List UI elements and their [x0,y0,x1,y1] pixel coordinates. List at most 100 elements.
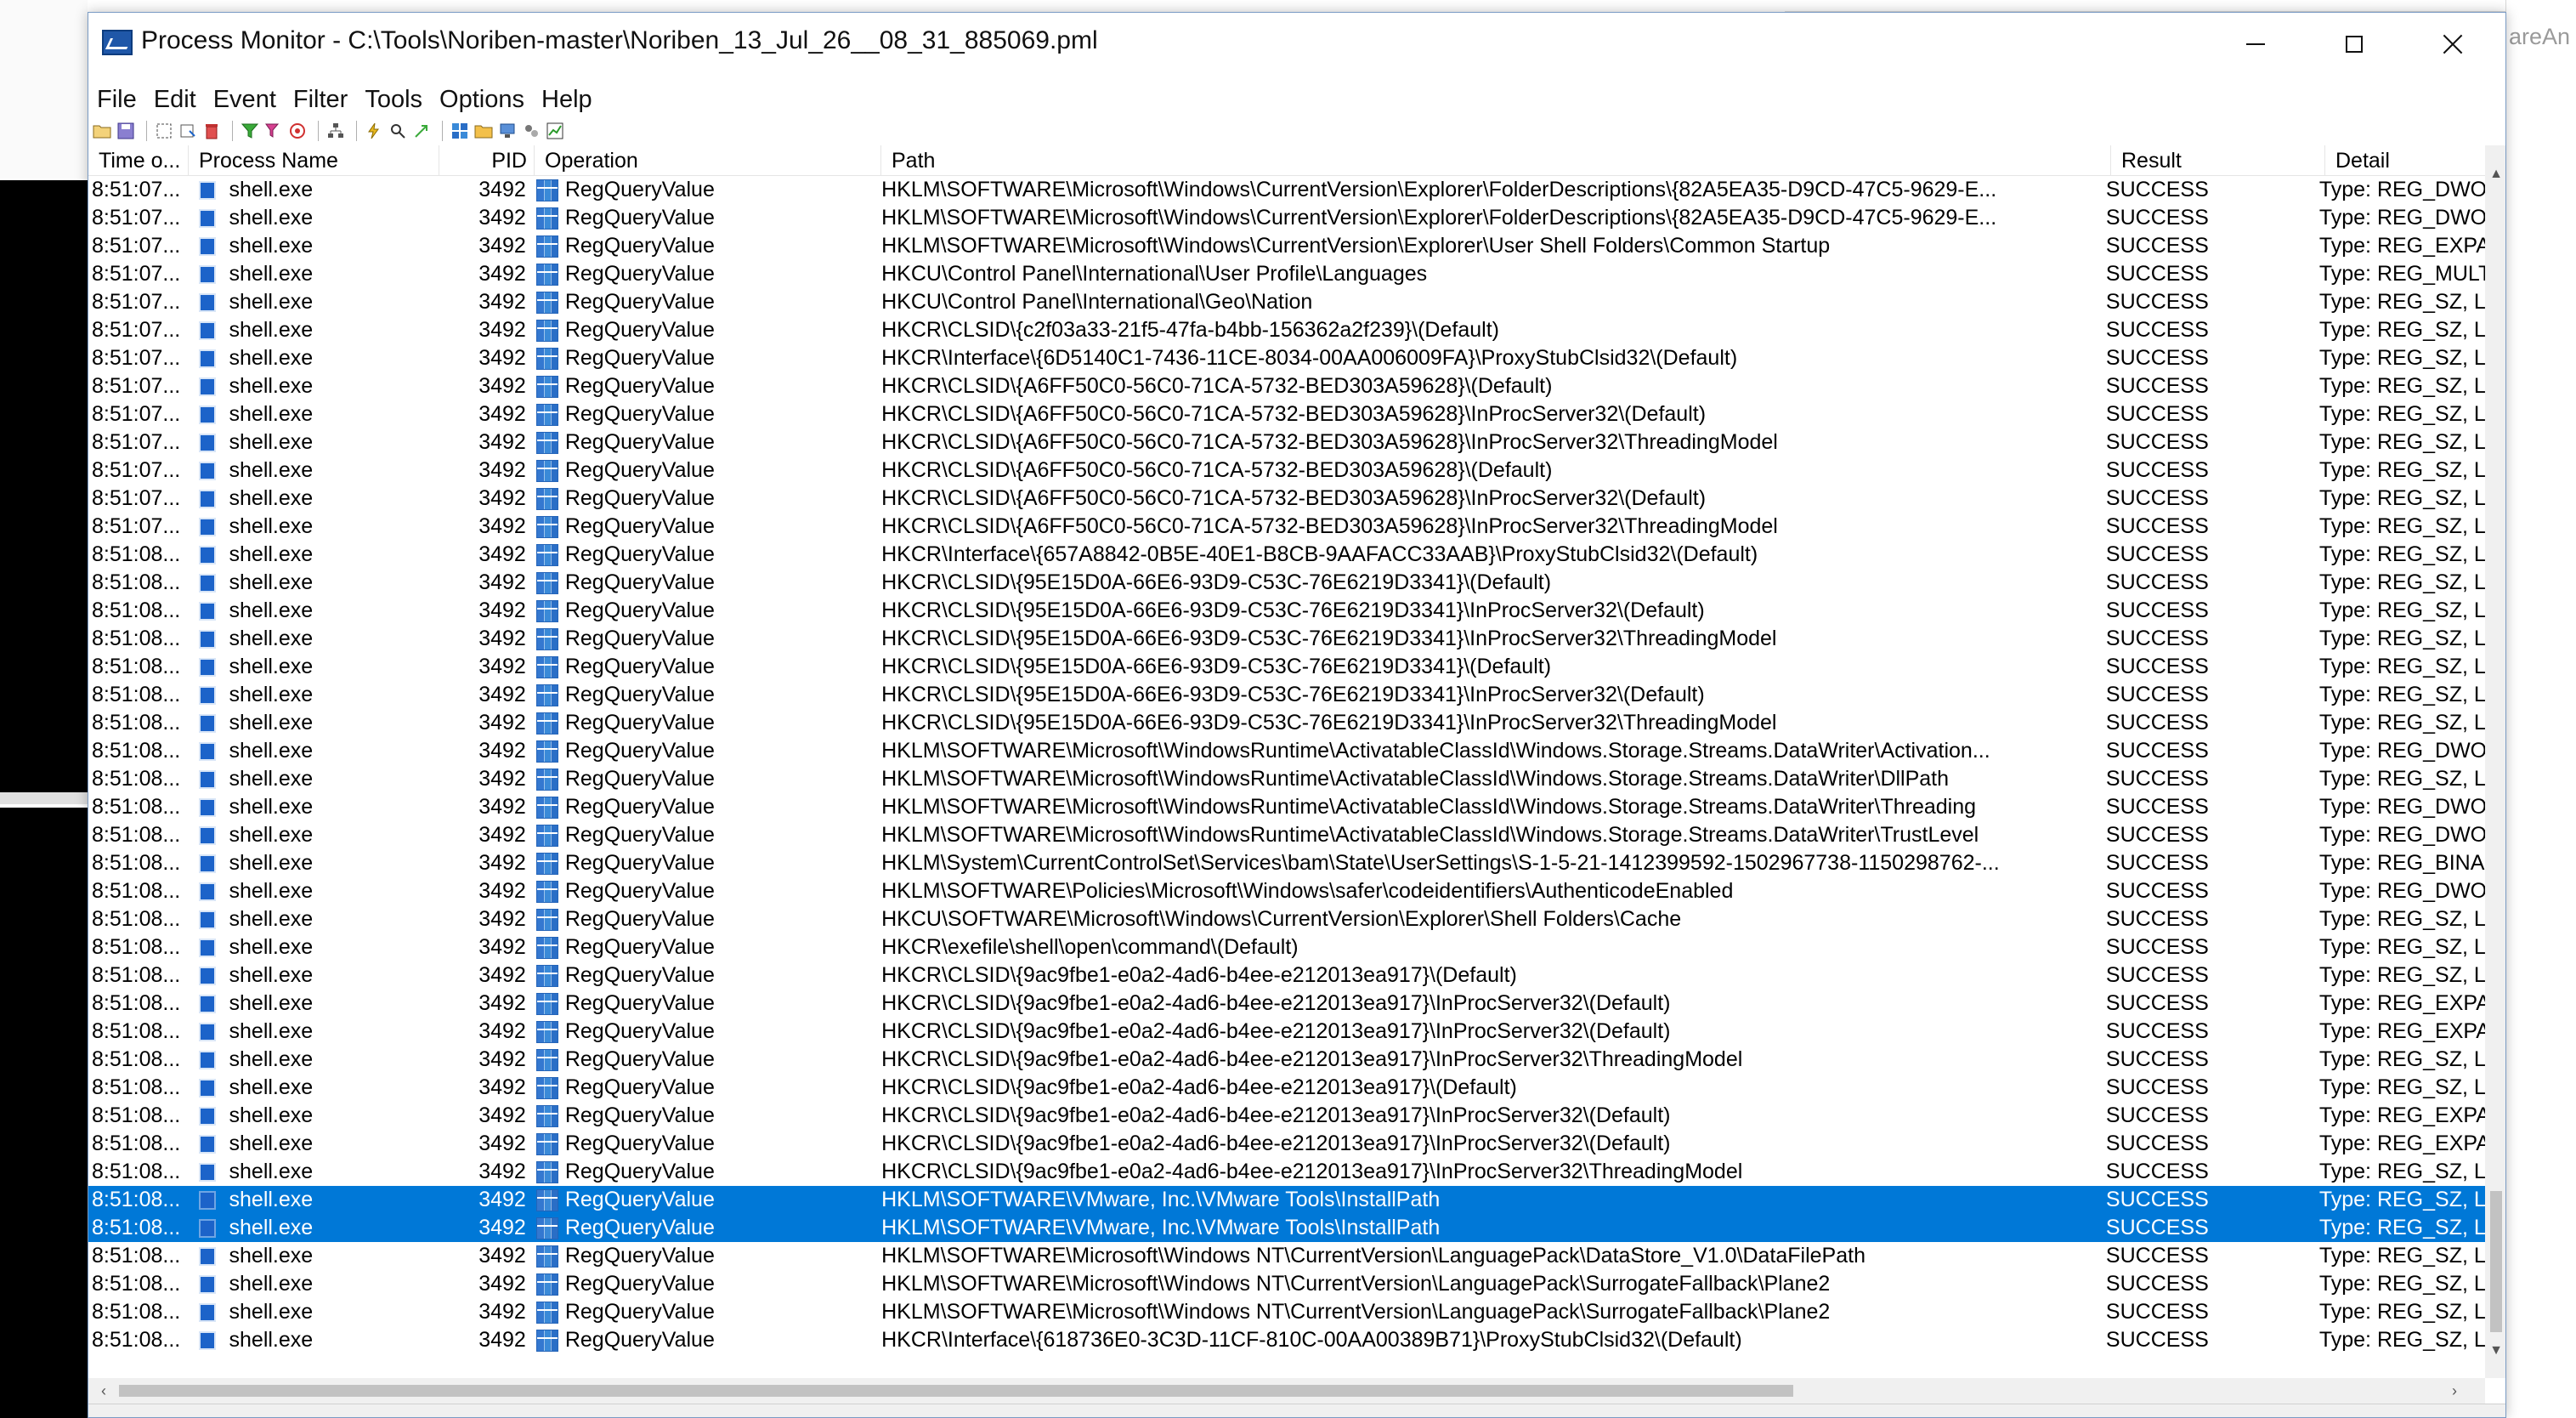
horizontal-scroll-thumb[interactable] [119,1385,1793,1397]
minimize-button[interactable] [2206,21,2305,67]
table-row[interactable]: 8:51:07... shell.exe 3492 RegQueryValue HKCR… [88,457,2485,485]
scroll-up-icon[interactable]: ▲ [2485,162,2505,186]
find-icon[interactable] [388,121,408,141]
menu-file[interactable]: File [97,86,137,114]
table-row[interactable]: 8:51:08... shell.exe 3492 RegQueryValue HKCR… [88,1158,2485,1186]
table-row[interactable]: 8:51:08... shell.exe 3492 RegQueryValue HKCR… [88,569,2485,597]
table-row[interactable]: 8:51:07... shell.exe 3492 RegQueryValue HKLM… [88,232,2485,260]
menu-help[interactable]: Help [541,86,592,114]
filter-icon[interactable] [240,121,260,141]
table-row[interactable]: 8:51:07... shell.exe 3492 RegQueryValue HKLM… [88,204,2485,232]
clear-icon[interactable] [201,121,222,141]
cell-path: HKCR\CLSID\{9ac9fbe1-e0a2-4ad6-b4ee-e212… [881,963,1517,987]
table-row[interactable]: 8:51:08... shell.exe 3492 RegQueryValue HKLM… [88,1214,2485,1242]
column-result[interactable]: Result [2111,145,2325,176]
table-row[interactable]: 8:51:08... shell.exe 3492 RegQueryValue HKLM… [88,877,2485,905]
column-operation[interactable]: Operation [535,145,881,176]
scroll-right-icon[interactable]: › [2443,1378,2466,1404]
operation-text: RegQueryValue [564,178,715,201]
network-icon[interactable] [497,121,518,141]
cell-path: HKCR\CLSID\{95E15D0A-66E6-93D9-C53C-76E6… [881,627,1777,650]
table-row[interactable]: 8:51:08... shell.exe 3492 RegQueryValue HKCR… [88,1074,2485,1102]
cell-pid: 3492 [478,879,526,903]
table-row[interactable]: 8:51:08... shell.exe 3492 RegQueryValue HKLM… [88,1298,2485,1326]
table-row[interactable]: 8:51:08... shell.exe 3492 RegQueryValue HKLM… [88,1242,2485,1270]
table-row[interactable]: 8:51:08... shell.exe 3492 RegQueryValue HKCR… [88,625,2485,653]
save-icon[interactable] [116,121,136,141]
column-pid[interactable]: PID [439,145,535,176]
column-detail[interactable]: Detail [2325,145,2485,176]
table-row[interactable]: 8:51:08... shell.exe 3492 RegQueryValue HKCR… [88,709,2485,737]
profiling-icon[interactable] [545,121,565,141]
operation-text: RegQueryValue [564,262,715,286]
table-row[interactable]: 8:51:07... shell.exe 3492 RegQueryValue HKCR… [88,316,2485,344]
table-row[interactable]: 8:51:08... shell.exe 3492 RegQueryValue HKCU… [88,905,2485,933]
cell-pid: 3492 [478,346,526,370]
table-row[interactable]: 8:51:08... shell.exe 3492 RegQueryValue HKCR… [88,1326,2485,1354]
close-button[interactable] [2403,21,2502,67]
table-row[interactable]: 8:51:07... shell.exe 3492 RegQueryValue HKLM… [88,176,2485,204]
table-row[interactable]: 8:51:08... shell.exe 3492 RegQueryValue HKCR… [88,1102,2485,1130]
maximize-button[interactable] [2305,21,2403,67]
registry-icon[interactable] [450,121,470,141]
table-row[interactable]: 8:51:08... shell.exe 3492 RegQueryValue HKCR… [88,597,2485,625]
table-row[interactable]: 8:51:08... shell.exe 3492 RegQueryValue HKCR… [88,1130,2485,1158]
table-row[interactable]: 8:51:08... shell.exe 3492 RegQueryValue HKCR… [88,1018,2485,1046]
cell-result: SUCCESS [2105,1244,2209,1268]
table-row[interactable]: 8:51:08... shell.exe 3492 RegQueryValue HKCR… [88,990,2485,1018]
table-row[interactable]: 8:51:07... shell.exe 3492 RegQueryValue HKCU… [88,260,2485,288]
table-row[interactable]: 8:51:08... shell.exe 3492 RegQueryValue HKLM… [88,1186,2485,1214]
scroll-left-icon[interactable]: ‹ [92,1378,116,1404]
table-row[interactable]: 8:51:08... shell.exe 3492 RegQueryValue HKCR… [88,961,2485,990]
table-row[interactable]: 8:51:08... shell.exe 3492 RegQueryValue HKCR… [88,933,2485,961]
table-row[interactable]: 8:51:07... shell.exe 3492 RegQueryValue HKCR… [88,428,2485,457]
cell-time: 8:51:07... [92,514,181,538]
cell-operation: RegQueryValue [533,372,878,400]
highlight-icon[interactable] [287,121,308,141]
column-time[interactable]: Time o... [88,145,189,176]
column-path[interactable]: Path [881,145,2111,176]
table-row[interactable]: 8:51:08... shell.exe 3492 RegQueryValue HKLM… [88,737,2485,765]
process-tree-icon[interactable] [326,121,346,141]
table-row[interactable]: 8:51:08... shell.exe 3492 RegQueryValue HKLM… [88,793,2485,821]
horizontal-scrollbar[interactable]: ‹ › [88,1378,2485,1404]
table-row[interactable]: 8:51:07... shell.exe 3492 RegQueryValue HKCU… [88,288,2485,316]
scroll-down-icon[interactable]: ▼ [2485,1339,2505,1363]
edit-filter-icon[interactable] [263,121,284,141]
table-row[interactable]: 8:51:08... shell.exe 3492 RegQueryValue HKCR… [88,681,2485,709]
operation-text: RegQueryValue [564,767,715,791]
table-row[interactable]: 8:51:08... shell.exe 3492 RegQueryValue HKLM… [88,1270,2485,1298]
filesystem-icon[interactable] [473,121,494,141]
open-icon[interactable] [92,121,112,141]
event-properties-icon[interactable] [364,121,384,141]
menu-edit[interactable]: Edit [154,86,196,114]
table-row[interactable]: 8:51:08... shell.exe 3492 RegQueryValue HKLM… [88,765,2485,793]
table-row[interactable]: 8:51:07... shell.exe 3492 RegQueryValue HKCR… [88,400,2485,428]
capture-icon[interactable] [154,121,174,141]
menu-filter[interactable]: Filter [293,86,348,114]
table-row[interactable]: 8:51:07... shell.exe 3492 RegQueryValue HKCR… [88,513,2485,541]
table-row[interactable]: 8:51:08... shell.exe 3492 RegQueryValue HKCR… [88,1046,2485,1074]
vertical-scrollbar[interactable]: ▲ ▼ [2485,145,2505,1378]
cell-pid: 3492 [478,402,526,426]
table-row[interactable]: 8:51:07... shell.exe 3492 RegQueryValue HKCR… [88,372,2485,400]
title-bar[interactable]: Process Monitor - C:\Tools\Noriben-maste… [88,13,2505,76]
cell-path: HKCR\CLSID\{A6FF50C0-56C0-71CA-5732-BED3… [881,402,1707,426]
table-row[interactable]: 8:51:07... shell.exe 3492 RegQueryValue HKCR… [88,485,2485,513]
cell-process-name: shell.exe [189,288,439,316]
table-row[interactable]: 8:51:07... shell.exe 3492 RegQueryValue HKCR… [88,344,2485,372]
table-row[interactable]: 8:51:08... shell.exe 3492 RegQueryValue HKLM… [88,849,2485,877]
column-process-name[interactable]: Process Name [189,145,439,176]
process-icon[interactable] [521,121,541,141]
jump-icon[interactable] [411,121,432,141]
table-row[interactable]: 8:51:08... shell.exe 3492 RegQueryValue HKLM… [88,821,2485,849]
menu-options[interactable]: Options [439,86,524,114]
autoscroll-icon[interactable] [178,121,198,141]
table-row[interactable]: 8:51:08... shell.exe 3492 RegQueryValue HKCR… [88,541,2485,569]
menu-tools[interactable]: Tools [365,86,422,114]
cell-result: SUCCESS [2105,514,2209,538]
vertical-scroll-thumb[interactable] [2490,1191,2502,1332]
table-row[interactable]: 8:51:08... shell.exe 3492 RegQueryValue HKCR… [88,653,2485,681]
event-list[interactable]: Time o... Process Name PID Operation Pat… [88,145,2485,1378]
menu-event[interactable]: Event [213,86,276,114]
